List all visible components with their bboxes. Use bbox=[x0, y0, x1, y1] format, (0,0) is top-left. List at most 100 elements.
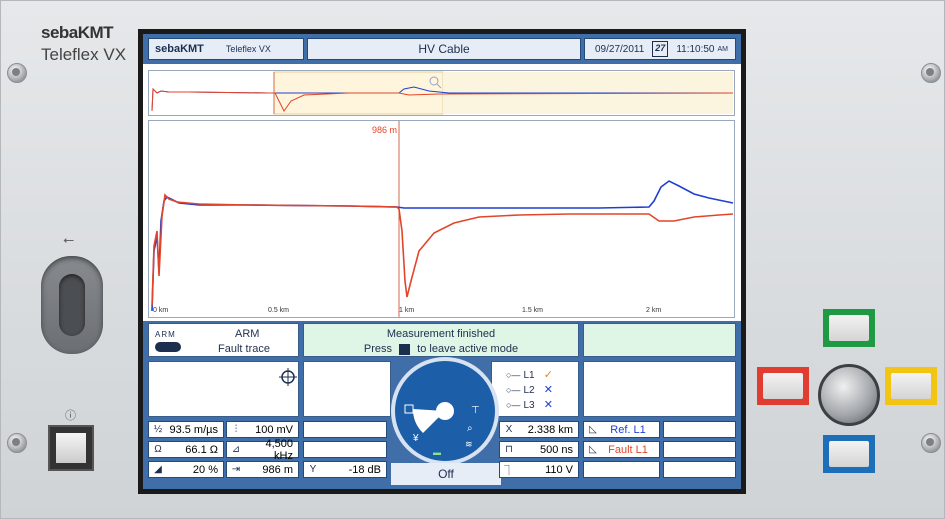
message-box: Measurement finished Press to leave acti… bbox=[303, 323, 579, 357]
impedance-icon: Ω bbox=[154, 444, 162, 455]
header-logo: sebaKMT bbox=[155, 43, 204, 55]
fault-trace-field[interactable]: ◺ Fault L1 bbox=[583, 441, 660, 458]
page-title: HV Cable bbox=[418, 42, 470, 56]
mid-left-box bbox=[303, 361, 391, 417]
dial-battery-icon[interactable]: ▬ bbox=[433, 448, 441, 457]
ref-trace-line bbox=[151, 180, 734, 312]
voltage-field[interactable]: ⏋ 110 V bbox=[499, 461, 579, 478]
frequency-icon: ⊿ bbox=[231, 444, 241, 455]
brand-model: Teleflex VX bbox=[41, 45, 127, 64]
usb-port[interactable] bbox=[41, 256, 103, 354]
mode-box[interactable]: ARM ARM Fault trace bbox=[148, 323, 299, 357]
line-label: L2 bbox=[523, 385, 535, 396]
dial-wave-icon[interactable]: ≋ bbox=[465, 439, 473, 449]
header-date: 09/27/2011 bbox=[595, 43, 645, 55]
line-label: L1 bbox=[523, 370, 535, 381]
cross-icon: ✕ bbox=[543, 384, 553, 396]
header-product: Teleflex VX bbox=[225, 44, 271, 54]
trace-overview[interactable] bbox=[148, 70, 735, 116]
empty-field bbox=[663, 421, 736, 438]
cursor-distance-field[interactable]: ⇥ 986 m bbox=[226, 461, 299, 478]
arm-badge: ARM bbox=[155, 330, 176, 339]
amplitude-icon: ⫶ bbox=[234, 424, 238, 435]
target-box[interactable] bbox=[148, 361, 299, 417]
mode-subtitle: Fault trace bbox=[218, 343, 270, 355]
rotary-knob[interactable] bbox=[818, 364, 880, 426]
gain-field[interactable]: ◢ 20 % bbox=[148, 461, 224, 478]
axis-tick-4: 2 km bbox=[646, 307, 661, 314]
header-bar: sebaKMT Teleflex VX HV Cable 09/27/2011 … bbox=[143, 34, 741, 64]
check-icon: ✓ bbox=[543, 369, 553, 381]
screw bbox=[921, 433, 941, 453]
axis-tick-0: 0 km bbox=[153, 307, 168, 314]
radio-icon: ○— bbox=[506, 385, 521, 395]
stop-icon bbox=[399, 343, 411, 355]
x-range-field[interactable]: X 2.338 km bbox=[499, 421, 579, 438]
message-line2: Press to leave active mode bbox=[304, 343, 578, 355]
cursor-arrow-icon: ⇥ bbox=[231, 464, 241, 475]
axis-tick-2: 1 km bbox=[399, 307, 414, 314]
trace-main[interactable]: 986 m 0 km 0.5 km 1 km 1.5 km 2 km bbox=[148, 120, 735, 318]
yellow-button[interactable] bbox=[885, 367, 937, 405]
red-button[interactable] bbox=[757, 367, 809, 405]
velocity-icon: ½ bbox=[153, 424, 163, 435]
empty-field bbox=[303, 421, 387, 438]
dial-center[interactable] bbox=[436, 402, 454, 420]
blue-button[interactable] bbox=[823, 435, 875, 473]
pulse-width-field[interactable]: ⊓ 500 ns bbox=[499, 441, 579, 458]
cursor-label: 986 m bbox=[372, 125, 397, 135]
empty-field bbox=[663, 461, 736, 478]
cross-icon: ✕ bbox=[543, 399, 553, 411]
gain-icon: ◢ bbox=[154, 464, 162, 475]
crosshair-icon[interactable] bbox=[279, 368, 297, 386]
voltage-icon: ⏋ bbox=[504, 466, 514, 477]
line-item-l3[interactable]: ○— L3 ✕ bbox=[506, 398, 553, 411]
line-item-l2[interactable]: ○— L2 ✕ bbox=[506, 383, 553, 396]
amplitude-field[interactable]: ⫶ 100 mV bbox=[226, 421, 299, 438]
green-button[interactable] bbox=[823, 309, 875, 347]
radio-icon: ○— bbox=[506, 370, 521, 380]
ref-trace-field[interactable]: ◺ Ref. L1 bbox=[583, 421, 660, 438]
dial-tool-icon[interactable]: ⊤ bbox=[471, 405, 480, 416]
velocity-field[interactable]: ½ 93.5 m/µs bbox=[148, 421, 224, 438]
device-front-panel: sebaKMT Teleflex VX ⭠ ⓘ sebaKMT Teleflex… bbox=[0, 0, 945, 519]
empty-field bbox=[303, 441, 387, 458]
mid-right-box bbox=[583, 361, 736, 417]
fault-trace-line bbox=[151, 193, 734, 307]
brand-logo: sebaKMT bbox=[41, 23, 114, 42]
screen-bezel: sebaKMT Teleflex VX HV Cable 09/27/2011 … bbox=[138, 29, 746, 494]
pulse-icon: ⊓ bbox=[505, 444, 513, 455]
axis-tick-1: 0.5 km bbox=[268, 307, 289, 314]
dial-search-icon[interactable]: ⌕ bbox=[467, 423, 473, 434]
dial-settings-icon[interactable]: ¥ bbox=[412, 433, 419, 444]
line-label: L3 bbox=[523, 400, 535, 411]
dial-stop-icon[interactable] bbox=[404, 404, 414, 414]
brand-block: sebaKMT Teleflex VX bbox=[41, 23, 126, 65]
empty-field bbox=[583, 461, 660, 478]
message-leave: to leave active mode bbox=[417, 343, 519, 355]
y-gain-field[interactable]: Y -18 dB bbox=[303, 461, 387, 478]
power-button[interactable] bbox=[48, 425, 94, 471]
radio-icon: ○— bbox=[506, 400, 521, 410]
overview-svg bbox=[151, 71, 734, 115]
display: sebaKMT Teleflex VX HV Cable 09/27/2011 … bbox=[143, 34, 741, 489]
frequency-field[interactable]: ⊿ 4,500 kHz bbox=[226, 438, 299, 462]
mode-title: ARM bbox=[235, 328, 260, 340]
header-logo-box: sebaKMT Teleflex VX bbox=[148, 38, 304, 60]
line-item-l1[interactable]: ○— L1 ✓ bbox=[506, 368, 553, 381]
empty-field bbox=[663, 441, 736, 458]
line-select-box[interactable]: ○— L1 ✓ ○— L2 ✕ ○— L3 ✕ bbox=[491, 361, 579, 417]
screw bbox=[7, 433, 27, 453]
main-trace-svg: 986 m 0 km 0.5 km 1 km 1.5 km 2 km bbox=[151, 121, 734, 317]
power-icon: ⓘ bbox=[65, 410, 76, 422]
dial-svg: ⊤ ⌕ ≋ ¥ ▬ bbox=[404, 402, 480, 457]
mode-dial[interactable]: ⊤ ⌕ ≋ ¥ ▬ bbox=[391, 357, 499, 465]
header-time: 11:10:50 bbox=[676, 43, 715, 55]
calendar-icon[interactable]: 27 bbox=[652, 41, 669, 57]
dial-off-label[interactable]: Off bbox=[391, 463, 501, 485]
impedance-field[interactable]: Ω 66.1 Ω bbox=[148, 441, 224, 458]
message-line1: Measurement finished bbox=[386, 328, 496, 340]
header-datetime-box: 09/27/2011 27 11:10:50 AM bbox=[584, 38, 736, 60]
trace-icon: ◺ bbox=[589, 424, 597, 435]
x-axis-icon: X bbox=[505, 424, 513, 435]
